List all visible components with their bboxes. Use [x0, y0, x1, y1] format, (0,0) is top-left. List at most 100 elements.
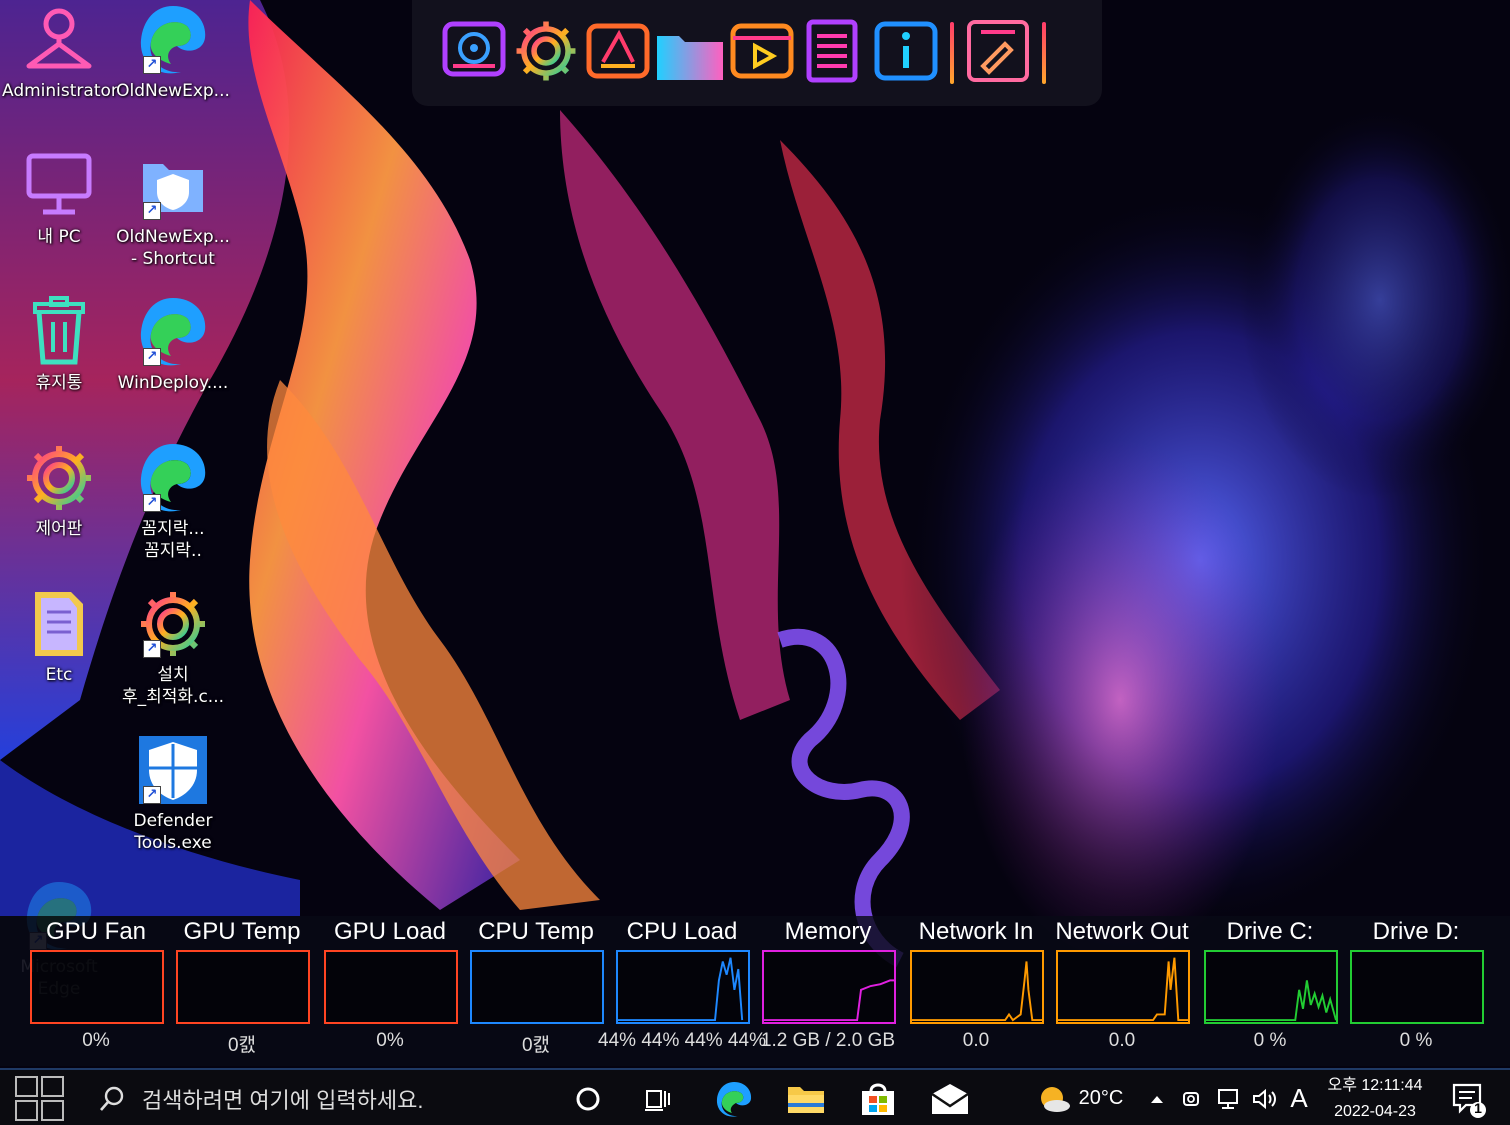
- dock-item-document[interactable]: [798, 16, 870, 90]
- network-icon: [1218, 1088, 1238, 1109]
- clock-time: 오후 12:11:44: [1327, 1076, 1423, 1094]
- gauge-title: Drive D:: [1372, 918, 1460, 945]
- recycle-bin-icon: [21, 296, 97, 368]
- shortcut-arrow-icon: ↗: [143, 348, 161, 366]
- monitor-icon: [21, 150, 97, 222]
- desktop-icon[interactable]: Etc: [2, 588, 116, 686]
- edge-icon: ↗: [135, 442, 211, 514]
- store-button[interactable]: [842, 1070, 914, 1125]
- edge-icon: ↗: [135, 4, 211, 76]
- desktop-icon[interactable]: ↗ OldNewExp...: [116, 4, 230, 102]
- gauge-title: GPU Load: [333, 918, 447, 945]
- desktop-icon[interactable]: 제어판: [2, 442, 116, 540]
- dock-item-gear[interactable]: [510, 16, 582, 90]
- shortcut-arrow-icon: ↗: [143, 202, 161, 220]
- mail-button[interactable]: [914, 1070, 986, 1125]
- gauge-graph: [910, 950, 1044, 1024]
- monitor-gauge: Drive C: 0 %: [1200, 916, 1340, 1066]
- tray-meet-now[interactable]: [1176, 1070, 1210, 1125]
- file-explorer-icon: [788, 1086, 824, 1113]
- taskbar-search-box[interactable]: 검색하려면 여기에 입력하세요.: [80, 1070, 550, 1125]
- dock-separator: [950, 22, 954, 84]
- monitor-gauge: GPU Fan 0%: [26, 916, 166, 1066]
- monitor-gauge: Network In 0.0: [906, 916, 1046, 1066]
- monitor-gauge: GPU Temp 0캜: [172, 916, 312, 1066]
- dock-separator: [1042, 22, 1046, 84]
- gauge-title: GPU Fan: [45, 918, 147, 945]
- folder-icon: [655, 16, 725, 90]
- gauge-title: Network In: [918, 918, 1034, 945]
- desktop-icon-label: Etc: [45, 665, 73, 685]
- task-view-button[interactable]: [622, 1070, 694, 1125]
- desktop-icon-label: 설치 후_최적화.c...: [121, 665, 225, 707]
- monitor-gauge: Network Out 0.0: [1052, 916, 1192, 1066]
- desktop-icon-label: 제어판: [35, 519, 83, 539]
- desktop-icon-label: 꼼지락... 꼼지락..: [141, 519, 205, 561]
- monitor-gauge: CPU Load 44% 44% 44% 44%: [598, 916, 766, 1066]
- dock-item-info[interactable]: [870, 16, 942, 90]
- dock-item-disk[interactable]: [438, 16, 510, 90]
- gauge-graph: [470, 950, 604, 1024]
- input-method-indicator[interactable]: A: [1284, 1070, 1314, 1125]
- user-icon: [21, 4, 97, 76]
- dock-item-cleaner[interactable]: [962, 16, 1034, 90]
- camera-icon: [1183, 1091, 1199, 1106]
- start-button[interactable]: [0, 1070, 80, 1125]
- desktop-icon[interactable]: ↗ OldNewExp... - Shortcut: [116, 150, 230, 270]
- shield-folder-icon: ↗: [135, 150, 211, 222]
- gauge-title: CPU Load: [626, 918, 738, 945]
- notification-count-badge: 1: [1474, 1100, 1482, 1116]
- desktop-icon-label: Defender Tools.exe: [133, 811, 213, 853]
- shortcut-arrow-icon: ↗: [143, 786, 161, 804]
- gauge-graph: [324, 950, 458, 1024]
- gauge-graph: [176, 950, 310, 1024]
- tray-volume[interactable]: [1248, 1070, 1282, 1125]
- shortcut-arrow-icon: ↗: [143, 56, 161, 74]
- desktop-icon-label: Administrator: [2, 81, 118, 101]
- task-view-icon: [645, 1089, 670, 1111]
- edge-icon: [716, 1081, 752, 1117]
- desktop-icon[interactable]: ↗ 꼼지락... 꼼지락..: [116, 442, 230, 562]
- desktop-icon-label: 휴지통: [35, 373, 83, 393]
- cleaner-icon: [963, 16, 1033, 90]
- weather-widget[interactable]: 20°C: [1030, 1070, 1130, 1125]
- dock-item-folder[interactable]: [654, 16, 726, 90]
- desktop-icon-label: OldNewExp...: [116, 81, 230, 101]
- search-placeholder: 검색하려면 여기에 입력하세요.: [142, 1087, 424, 1113]
- cortana-icon: [576, 1087, 600, 1110]
- gauge-graph: [616, 950, 750, 1024]
- taskbar: 검색하려면 여기에 입력하세요. 20°C A 오후 12:11:44 2022…: [0, 1068, 1510, 1125]
- app-dock: [412, 0, 1102, 106]
- desktop-icon[interactable]: ↗ 설치 후_최적화.c...: [116, 588, 230, 708]
- gauge-graph: [762, 950, 896, 1024]
- taskbar-clock[interactable]: 오후 12:11:44 2022-04-23: [1316, 1070, 1434, 1125]
- mail-icon: [931, 1083, 969, 1114]
- cortana-button[interactable]: [552, 1070, 624, 1125]
- file-explorer-button[interactable]: [770, 1070, 842, 1125]
- gauge-graph: [30, 950, 164, 1024]
- tray-network[interactable]: [1212, 1070, 1246, 1125]
- monitor-gauge: CPU Temp 0캜: [466, 916, 606, 1066]
- desktop-icon[interactable]: ↗ Defender Tools.exe: [116, 734, 230, 854]
- gauge-title: Drive C:: [1226, 918, 1314, 945]
- dock-item-media-player[interactable]: [726, 16, 798, 90]
- gauge-title: Memory: [784, 918, 872, 945]
- gear-icon: [511, 16, 581, 90]
- start-grid-icon: [15, 1075, 64, 1121]
- gauge-title: Network Out: [1055, 918, 1189, 945]
- action-center-button[interactable]: 1: [1440, 1070, 1496, 1125]
- shortcut-arrow-icon: ↗: [143, 494, 161, 512]
- speaker-icon: [1253, 1088, 1276, 1109]
- desktop-icon-label: WinDeploy....: [117, 373, 229, 393]
- desktop-icon[interactable]: Administrator: [2, 4, 118, 102]
- taskbar-edge-button[interactable]: [698, 1070, 770, 1125]
- show-hidden-icons-button[interactable]: [1142, 1070, 1172, 1125]
- shortcut-arrow-icon: ↗: [143, 640, 161, 658]
- desktop-icon[interactable]: 휴지통: [2, 296, 116, 394]
- gauge-graph: [1350, 950, 1484, 1024]
- desktop-icon[interactable]: ↗ WinDeploy....: [116, 296, 230, 394]
- desktop-icon[interactable]: 내 PC: [2, 150, 116, 248]
- dock-item-drive[interactable]: [582, 16, 654, 90]
- weather-temperature: 20°C: [1078, 1087, 1124, 1109]
- drive-icon: [583, 16, 653, 90]
